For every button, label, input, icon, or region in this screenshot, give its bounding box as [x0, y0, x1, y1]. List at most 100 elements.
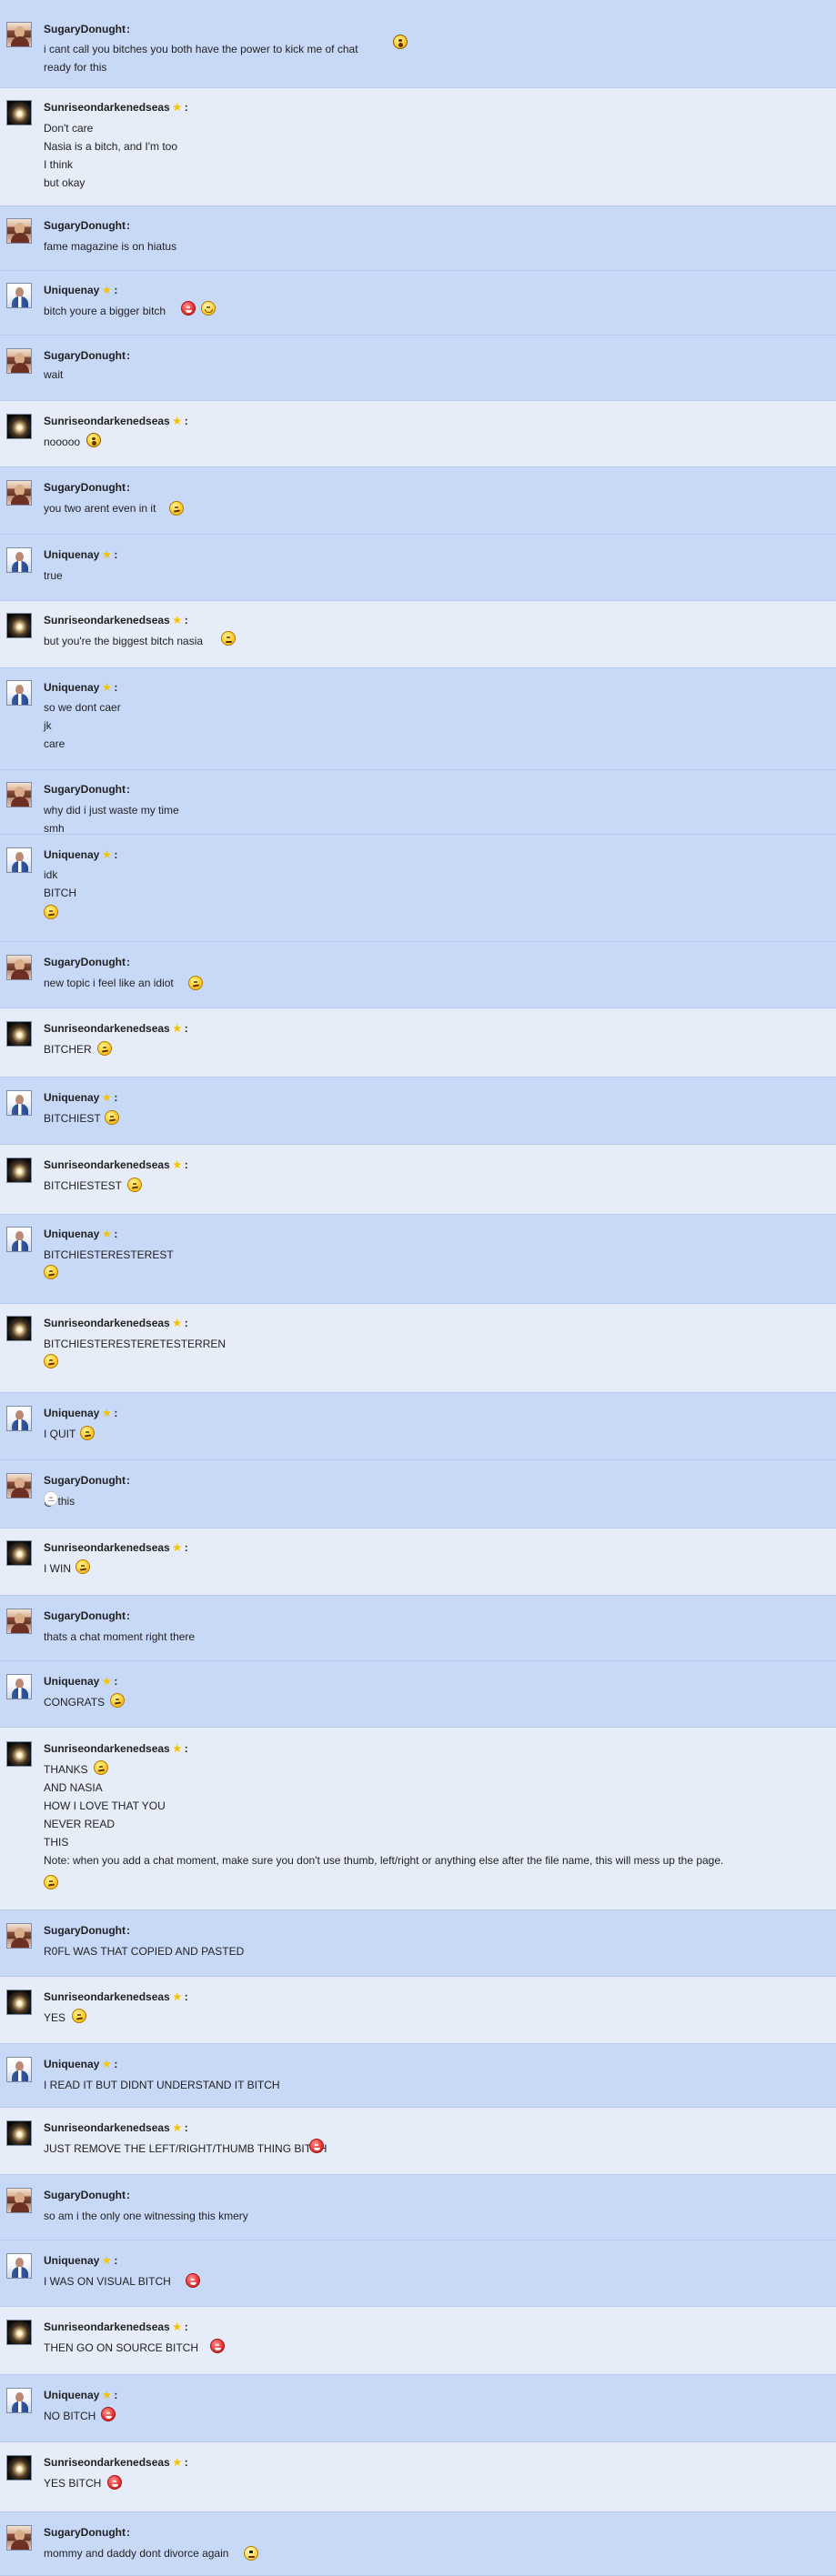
username[interactable]: SugaryDonught: [44, 349, 126, 362]
username[interactable]: Sunriseondarkenedseas: [44, 614, 170, 626]
username-row[interactable]: SugaryDonught:: [44, 23, 130, 35]
user-avatar[interactable]: [6, 414, 32, 439]
username-row[interactable]: Sunriseondarkenedseas:: [44, 614, 188, 626]
username-row[interactable]: Uniquenay:: [44, 284, 117, 296]
username[interactable]: Sunriseondarkenedseas: [44, 415, 170, 427]
username[interactable]: Sunriseondarkenedseas: [44, 2320, 170, 2333]
user-avatar[interactable]: [6, 100, 32, 125]
username[interactable]: SugaryDonught: [44, 783, 126, 796]
username-row[interactable]: Sunriseondarkenedseas:: [44, 1317, 188, 1329]
user-avatar[interactable]: [6, 348, 32, 374]
username-row[interactable]: SugaryDonught:: [44, 1609, 130, 1622]
user-avatar[interactable]: [6, 1021, 32, 1047]
username[interactable]: Sunriseondarkenedseas: [44, 1317, 170, 1329]
username[interactable]: SugaryDonught: [44, 219, 126, 232]
user-avatar[interactable]: [6, 2253, 32, 2279]
username[interactable]: SugaryDonught: [44, 1474, 126, 1487]
username[interactable]: Uniquenay: [44, 1675, 99, 1688]
username[interactable]: Uniquenay: [44, 2389, 99, 2401]
user-avatar[interactable]: [6, 782, 32, 807]
username[interactable]: SugaryDonught: [44, 23, 126, 35]
username-row[interactable]: Uniquenay:: [44, 681, 117, 694]
username-row[interactable]: SugaryDonught:: [44, 481, 130, 494]
username[interactable]: Sunriseondarkenedseas: [44, 2456, 170, 2469]
username[interactable]: Uniquenay: [44, 1407, 99, 1419]
username[interactable]: SugaryDonught: [44, 2526, 126, 2539]
username-row[interactable]: Uniquenay:: [44, 2058, 117, 2070]
username[interactable]: SugaryDonught: [44, 1609, 126, 1622]
username[interactable]: Sunriseondarkenedseas: [44, 1541, 170, 1554]
username[interactable]: Uniquenay: [44, 284, 99, 296]
username[interactable]: Uniquenay: [44, 548, 99, 561]
user-avatar[interactable]: [6, 847, 32, 873]
username-row[interactable]: Sunriseondarkenedseas:: [44, 1742, 188, 1755]
username-row[interactable]: Sunriseondarkenedseas:: [44, 1990, 188, 2003]
user-avatar[interactable]: [6, 22, 32, 47]
username[interactable]: Uniquenay: [44, 848, 99, 861]
username[interactable]: SugaryDonught: [44, 2189, 126, 2201]
username-row[interactable]: Uniquenay:: [44, 848, 117, 861]
user-avatar[interactable]: [6, 1158, 32, 1183]
user-avatar[interactable]: [6, 2320, 32, 2345]
username-row[interactable]: SugaryDonught:: [44, 783, 130, 796]
username[interactable]: Sunriseondarkenedseas: [44, 2121, 170, 2134]
username-row[interactable]: SugaryDonught:: [44, 219, 130, 232]
username-row[interactable]: SugaryDonught:: [44, 349, 130, 362]
username-row[interactable]: Uniquenay:: [44, 2254, 117, 2267]
user-avatar[interactable]: [6, 680, 32, 706]
username-row[interactable]: Uniquenay:: [44, 1228, 117, 1240]
user-avatar[interactable]: [6, 480, 32, 506]
user-avatar[interactable]: [6, 283, 32, 308]
user-avatar[interactable]: [6, 1473, 32, 1498]
username[interactable]: Uniquenay: [44, 2058, 99, 2070]
username[interactable]: SugaryDonught: [44, 956, 126, 968]
user-avatar[interactable]: [6, 1316, 32, 1341]
user-avatar[interactable]: [6, 1227, 32, 1252]
username-row[interactable]: Uniquenay:: [44, 1091, 117, 1104]
username-row[interactable]: Sunriseondarkenedseas:: [44, 2121, 188, 2134]
user-avatar[interactable]: [6, 218, 32, 244]
username[interactable]: SugaryDonught: [44, 481, 126, 494]
username[interactable]: Sunriseondarkenedseas: [44, 1022, 170, 1035]
username[interactable]: Sunriseondarkenedseas: [44, 1742, 170, 1755]
username[interactable]: Sunriseondarkenedseas: [44, 1990, 170, 2003]
user-avatar[interactable]: [6, 1609, 32, 1634]
username-row[interactable]: SugaryDonught:: [44, 956, 130, 968]
username-row[interactable]: Sunriseondarkenedseas:: [44, 1022, 188, 1035]
username[interactable]: Uniquenay: [44, 2254, 99, 2267]
user-avatar[interactable]: [6, 1923, 32, 1949]
username-row[interactable]: SugaryDonught:: [44, 2189, 130, 2201]
user-avatar[interactable]: [6, 1540, 32, 1566]
user-avatar[interactable]: [6, 613, 32, 638]
username[interactable]: Uniquenay: [44, 681, 99, 694]
username[interactable]: Sunriseondarkenedseas: [44, 1158, 170, 1171]
username-row[interactable]: Uniquenay:: [44, 2389, 117, 2401]
username[interactable]: SugaryDonught: [44, 1924, 126, 1937]
user-avatar[interactable]: [6, 547, 32, 573]
username-row[interactable]: SugaryDonught:: [44, 1474, 130, 1487]
username-row[interactable]: SugaryDonught:: [44, 1924, 130, 1937]
username[interactable]: Uniquenay: [44, 1228, 99, 1240]
user-avatar[interactable]: [6, 1990, 32, 2015]
user-avatar[interactable]: [6, 1741, 32, 1767]
username-row[interactable]: Uniquenay:: [44, 1407, 117, 1419]
username-row[interactable]: Sunriseondarkenedseas:: [44, 1541, 188, 1554]
username-row[interactable]: Sunriseondarkenedseas:: [44, 2320, 188, 2333]
username[interactable]: Uniquenay: [44, 1091, 99, 1104]
user-avatar[interactable]: [6, 2455, 32, 2481]
user-avatar[interactable]: [6, 2188, 32, 2213]
username-row[interactable]: Sunriseondarkenedseas:: [44, 2456, 188, 2469]
username-row[interactable]: Uniquenay:: [44, 548, 117, 561]
username-row[interactable]: SugaryDonught:: [44, 2526, 130, 2539]
user-avatar[interactable]: [6, 1090, 32, 1116]
user-avatar[interactable]: [6, 2057, 32, 2082]
user-avatar[interactable]: [6, 1674, 32, 1699]
username-row[interactable]: Uniquenay:: [44, 1675, 117, 1688]
username[interactable]: Sunriseondarkenedseas: [44, 101, 170, 114]
username-row[interactable]: Sunriseondarkenedseas:: [44, 101, 188, 114]
username-row[interactable]: Sunriseondarkenedseas:: [44, 1158, 188, 1171]
user-avatar[interactable]: [6, 2388, 32, 2413]
user-avatar[interactable]: [6, 1406, 32, 1431]
user-avatar[interactable]: [6, 2525, 32, 2551]
username-row[interactable]: Sunriseondarkenedseas:: [44, 415, 188, 427]
